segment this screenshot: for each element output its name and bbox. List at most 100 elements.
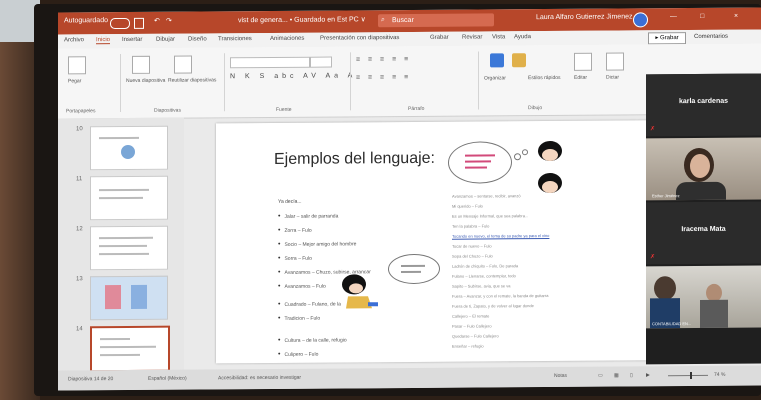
language-status[interactable]: Español (México) [148, 376, 187, 382]
minimize-button[interactable]: — [670, 13, 677, 20]
definition-item[interactable]: Ladrón de chiquito – Fulo, De parada [452, 263, 518, 268]
user-name[interactable]: Laura Alfaro Gutierrez Jimenez [536, 13, 633, 21]
definition-item[interactable]: Pasar – Fulo Callejero [452, 323, 492, 328]
zoom-slider-knob[interactable] [690, 372, 692, 380]
search-icon: ⌕ [381, 16, 385, 24]
definition-item[interactable]: Tocar de nuevo – Fulo [452, 243, 492, 248]
thumb-image [105, 285, 121, 310]
bullet-item[interactable]: Culipero – Fulo [278, 351, 318, 358]
reading-view-icon[interactable]: ▯ [630, 372, 633, 378]
comments-button[interactable]: Comentarios [694, 32, 754, 42]
paragraph-buttons[interactable]: ≡ ≡ ≡ ≡ ≡ [356, 56, 411, 63]
accessibility-status[interactable]: Accesibilidad: es necesario investigar [218, 375, 301, 382]
definition-item-link[interactable]: Tocando en nuevo, el tema de su padre ya… [452, 233, 549, 239]
slide-thumbnail[interactable] [90, 225, 168, 271]
edit-icon[interactable] [574, 52, 592, 71]
definition-item[interactable]: Callejero – El remate [452, 313, 489, 318]
document-title[interactable]: vist de genera... • Guardado en Est PC ∨ [238, 15, 366, 24]
save-icon[interactable] [134, 17, 144, 29]
normal-view-icon[interactable]: ▭ [598, 373, 603, 379]
tab-grabar[interactable]: Grabar [430, 35, 449, 41]
slide-title[interactable]: Ejemplos del lenguaje: [274, 150, 435, 169]
dictate-icon[interactable] [606, 52, 624, 71]
definition-item[interactable]: Fuera de ti, Zapato, y de volver al luga… [452, 303, 534, 309]
bullet-item[interactable]: Tradicion – Fulo [278, 315, 320, 322]
cloud-text-line [401, 264, 425, 268]
participant-head [654, 276, 676, 301]
thumb-image [131, 284, 147, 309]
tab-diseno[interactable]: Diseño [188, 36, 207, 42]
group-dibujo: Dibujo [528, 105, 543, 112]
tab-insertar[interactable]: Insertar [122, 37, 142, 43]
group-diapositivas: Diapositivas [154, 107, 181, 114]
font-size-select[interactable] [310, 56, 332, 68]
user-avatar[interactable] [633, 12, 648, 28]
tab-transiciones[interactable]: Transiciones [218, 36, 252, 42]
tab-revisar[interactable]: Revisar [462, 34, 482, 40]
search-placeholder: Buscar [392, 16, 414, 25]
bullet-item[interactable]: Zorra – Fulo [278, 227, 311, 234]
thought-cloud-small[interactable] [388, 253, 440, 285]
participant-tile[interactable]: karla cardenas ✗ [646, 73, 761, 137]
record-button[interactable]: ▸ Grabar [648, 32, 686, 45]
bullet-item[interactable]: Jalar – salir de parranda [278, 212, 338, 219]
autosave-toggle[interactable] [110, 17, 130, 30]
definition-item[interactable]: Enseñar – refugio [452, 343, 484, 348]
maximize-button[interactable]: □ [700, 13, 704, 20]
definition-item[interactable]: Fuera – Avanzar, y con el remate, la ban… [452, 293, 548, 299]
close-button[interactable]: × [734, 13, 738, 20]
definition-item[interactable]: Ten la palabra – Fulo [452, 223, 489, 228]
definition-item[interactable]: Avanzamos – sentarse, recibir, avanzó [452, 193, 521, 198]
definition-item[interactable]: Quedarse – Fulo Callejero [452, 333, 499, 338]
slide-thumbnail[interactable] [90, 125, 168, 171]
arrange-icon[interactable] [512, 53, 526, 68]
definition-item[interactable]: Sopa del Chuzo – Fulo [452, 253, 493, 258]
redo-icon[interactable]: ↷ [166, 17, 172, 25]
slideshow-view-icon[interactable]: ▶ [646, 372, 650, 378]
tab-inicio[interactable]: Inicio [96, 37, 111, 45]
tab-vista[interactable]: Vista [492, 34, 505, 40]
definition-item[interactable]: Mi querido – Fulo [452, 203, 483, 208]
slide-thumbnail[interactable] [90, 275, 168, 321]
bullet-item[interactable]: Cuadrado – Fulano, de la [278, 300, 340, 307]
participant-face [690, 153, 710, 179]
font-format-buttons[interactable]: N K S abc AV Aa A [230, 72, 356, 80]
participant-tile[interactable]: Iracema Mata ✗ [646, 201, 761, 265]
tab-archivo[interactable]: Archivo [64, 37, 84, 43]
shapes-icon[interactable] [490, 53, 504, 68]
definition-item[interactable]: Fulano – Llenarse, contemplar, todo [452, 273, 516, 278]
search-box[interactable]: ⌕ Buscar [378, 13, 494, 28]
definition-item[interactable]: Sapito – Subirse, avia, que se va [452, 283, 510, 288]
participant-video-tile[interactable]: Esther Jiménez [646, 137, 761, 201]
paste-icon[interactable] [68, 56, 86, 75]
sorter-view-icon[interactable]: ▦ [614, 373, 619, 379]
slide-intro[interactable]: Ya decía... [278, 199, 302, 205]
slide-thumbnail[interactable] [90, 175, 168, 221]
thumb-text [99, 136, 139, 140]
slide-thumbnail-selected[interactable] [90, 325, 170, 373]
tab-animaciones[interactable]: Animaciones [270, 36, 304, 42]
zoom-slider[interactable] [668, 374, 708, 377]
thought-cloud[interactable] [448, 141, 512, 184]
tab-presentacion[interactable]: Presentación con diapositivas [320, 35, 399, 42]
tab-ayuda[interactable]: Ayuda [514, 34, 531, 40]
bullet-item[interactable]: Sorra – Fulo [278, 255, 312, 262]
notes-button[interactable]: Notas [554, 373, 567, 379]
undo-icon[interactable]: ↶ [154, 17, 160, 25]
slide-canvas[interactable]: Ejemplos del lenguaje: Ya decía... Jalar… [216, 120, 656, 364]
ribbon-divider [224, 53, 225, 112]
reuse-slides-icon[interactable] [174, 55, 192, 74]
mafalda-figure-icon[interactable] [338, 272, 380, 312]
bullet-item[interactable]: Cultura – de la calle, refugio [278, 336, 346, 343]
quick-styles-label: Estilos rápidos [528, 74, 561, 82]
alignment-buttons[interactable]: ≡ ≡ ≡ ≡ ≡ [356, 74, 411, 81]
definition-item[interactable]: Es un Mensaje Informal, que sea palabra.… [452, 213, 528, 219]
tab-dibujar[interactable]: Dibujar [156, 37, 175, 43]
mafalda-illustration-icon[interactable] [534, 139, 566, 197]
new-slide-icon[interactable] [132, 55, 150, 74]
participant-video-tile[interactable]: CONTABILIDAD EN... [646, 265, 761, 329]
zoom-level[interactable]: 74 % [714, 372, 725, 378]
bullet-item[interactable]: Socio – Mejor amigo del hombre [278, 240, 356, 248]
bullet-item[interactable]: Avanzamos – Fulo [278, 283, 325, 290]
font-name-select[interactable] [230, 56, 310, 69]
